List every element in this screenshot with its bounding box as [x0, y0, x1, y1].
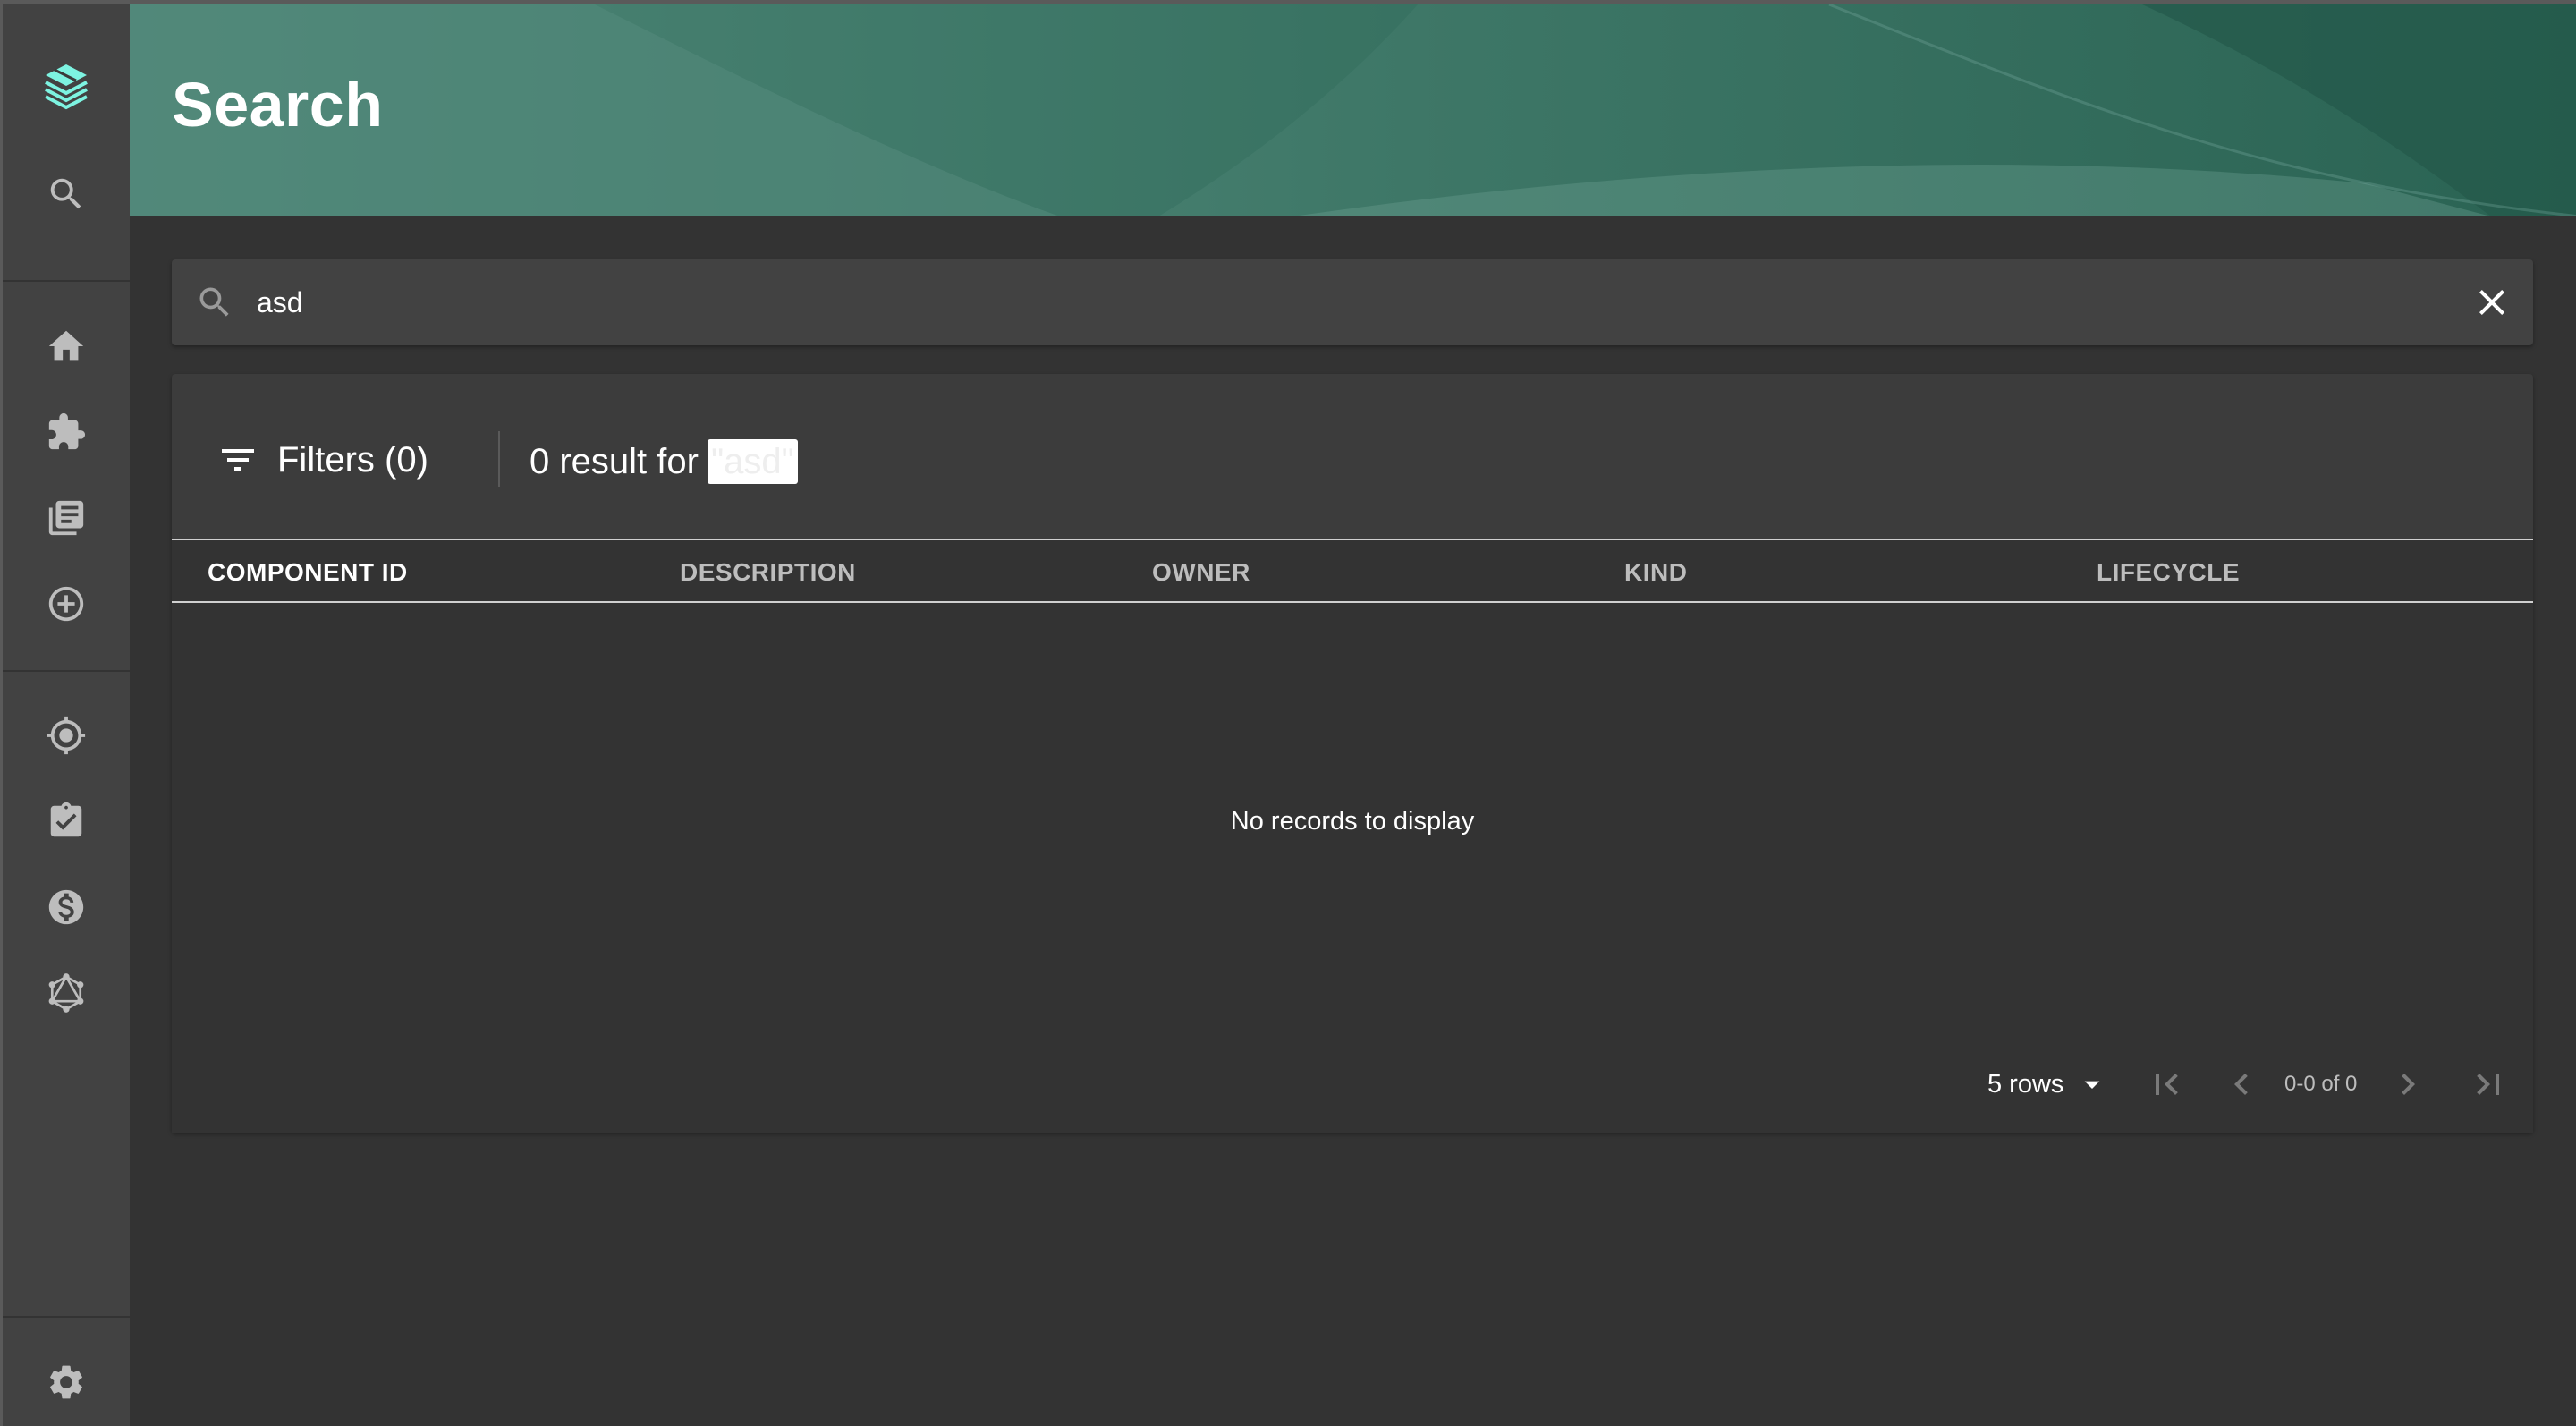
rows-per-page-select[interactable]: 5 rows: [1987, 1063, 2110, 1106]
results-table: COMPONENT ID DESCRIPTION OWNER KIND LIFE…: [172, 539, 2533, 1133]
rows-per-page-label: 5 rows: [1987, 1069, 2064, 1099]
result-prefix: 0 result for: [530, 441, 699, 481]
page-title: Search: [172, 70, 384, 140]
library-icon[interactable]: [3, 482, 130, 554]
search-bar: [172, 259, 2533, 345]
page-header: Search: [130, 4, 2576, 216]
sidebar: [3, 4, 130, 1426]
result-count: 0 result for "asd": [530, 437, 798, 487]
dollar-icon[interactable]: [3, 871, 130, 943]
empty-message: No records to display: [1230, 807, 1475, 836]
clear-search-icon[interactable]: [2470, 281, 2513, 324]
search-icon: [195, 283, 234, 322]
sidebar-divider: [3, 280, 130, 282]
filter-list-icon: [222, 449, 254, 471]
graphql-icon[interactable]: [3, 957, 130, 1029]
filters-button[interactable]: Filters (0): [216, 428, 428, 492]
previous-page-button[interactable]: [2220, 1063, 2263, 1106]
first-page-button[interactable]: [2145, 1063, 2188, 1106]
toolbar-divider: [498, 431, 500, 487]
target-icon[interactable]: [3, 700, 130, 771]
gear-icon[interactable]: [3, 1346, 130, 1418]
page-range: 0-0 of 0: [2284, 1072, 2358, 1096]
home-icon[interactable]: [3, 310, 130, 382]
column-header-owner[interactable]: OWNER: [1152, 558, 1250, 587]
puzzle-icon[interactable]: [3, 396, 130, 468]
column-header-component-id[interactable]: COMPONENT ID: [208, 558, 408, 587]
pagination: 5 rows 0-0 of 0: [172, 1057, 2533, 1111]
dropdown-arrow-icon: [2085, 1081, 2100, 1089]
table-header: COMPONENT ID DESCRIPTION OWNER KIND LIFE…: [172, 539, 2533, 603]
results-panel: Filters (0) 0 result for "asd" COMPONENT…: [172, 374, 2533, 1133]
column-header-description[interactable]: DESCRIPTION: [680, 558, 856, 587]
sidebar-divider: [3, 1316, 130, 1318]
filters-label: Filters (0): [277, 439, 428, 480]
first-page-icon: [2156, 1074, 2178, 1095]
sidebar-divider: [3, 670, 130, 672]
checklist-icon[interactable]: [3, 785, 130, 857]
column-header-lifecycle[interactable]: LIFECYCLE: [2097, 558, 2240, 587]
column-header-kind[interactable]: KIND: [1624, 558, 1687, 587]
logo-icon[interactable]: [3, 51, 130, 123]
search-input[interactable]: [257, 276, 2403, 329]
header-background: [130, 4, 2576, 216]
last-page-button[interactable]: [2467, 1063, 2510, 1106]
add-circle-icon[interactable]: [3, 568, 130, 640]
chevron-right-icon: [2402, 1074, 2415, 1095]
chevron-left-icon: [2234, 1074, 2248, 1095]
next-page-button[interactable]: [2386, 1063, 2429, 1106]
search-icon[interactable]: [3, 158, 130, 230]
query-highlight: "asd": [707, 439, 798, 484]
last-page-icon: [2477, 1074, 2499, 1095]
